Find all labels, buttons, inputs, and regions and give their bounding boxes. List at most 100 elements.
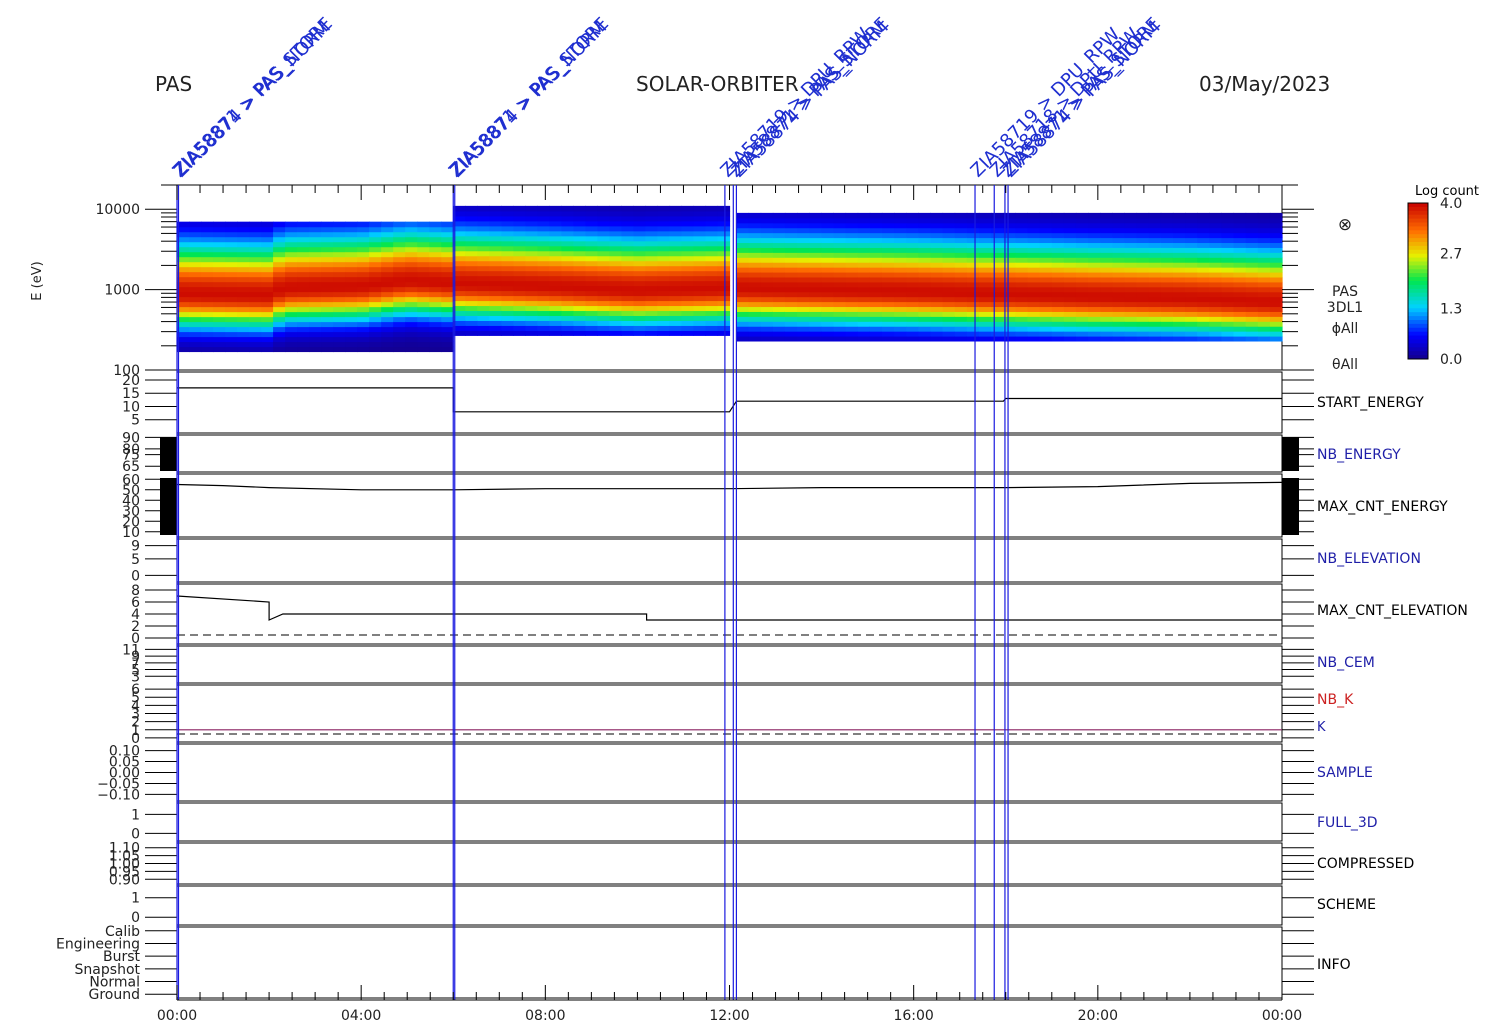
spectrogram-cell [1136, 281, 1150, 288]
spectrogram-cell [429, 226, 442, 233]
spectrogram-cell [297, 336, 310, 343]
spectrogram-cell [321, 266, 334, 273]
spectrogram-cell [681, 270, 695, 277]
spectrogram-cell [772, 306, 786, 312]
spectrogram-cell [1124, 321, 1138, 327]
spectrogram-cell [845, 257, 859, 263]
spectrogram-cell [261, 226, 274, 233]
spectrogram-cell [1197, 331, 1210, 337]
spectrogram-cell [645, 285, 659, 292]
spectrogram-cell [1051, 262, 1065, 268]
spectrogram-cell [405, 301, 418, 308]
spectrogram-cell [549, 230, 562, 237]
spectrogram-cell [609, 215, 622, 222]
spectrogram-cell [1075, 252, 1089, 258]
spectrogram-cell [736, 276, 750, 283]
spectrogram-cell [405, 271, 418, 278]
spectrogram-cell [465, 225, 478, 232]
spectrogram-cell [1221, 276, 1235, 283]
spectrogram-cell [1172, 222, 1186, 229]
spectrogram-cell [1027, 291, 1041, 298]
spectrogram-cell [833, 335, 847, 342]
spectrogram-cell [1172, 212, 1186, 219]
spectrogram-cell [991, 257, 1004, 263]
spectrogram-cell [537, 245, 550, 252]
spectrogram-cell [525, 290, 538, 297]
spectrogram-cell [1245, 316, 1259, 322]
spectrogram-cell [784, 306, 798, 312]
spectrogram-cell [1088, 281, 1101, 288]
spectrogram-cell [906, 271, 919, 278]
spectrogram-cell [309, 281, 322, 288]
spectrogram-cell [297, 296, 310, 303]
spectrogram-cell [357, 316, 370, 323]
spectrogram-cell [772, 262, 786, 268]
spectrogram-cell [405, 251, 418, 258]
spectrogram-cell [1148, 296, 1162, 303]
spectrogram-cell [441, 256, 454, 263]
spectrogram-cell [978, 326, 992, 332]
spectrogram-cell [309, 316, 322, 323]
spectrogram-cell [681, 305, 695, 312]
spectrogram-cell [633, 260, 647, 267]
spectrogram-cell [525, 215, 538, 222]
spectrogram-cell [748, 311, 762, 317]
spectrogram-cell [760, 276, 774, 283]
spectrogram-cell [357, 246, 370, 253]
spectrogram-cell [1160, 262, 1174, 268]
spectrogram-cell [1112, 296, 1125, 303]
spectrogram-cell [525, 285, 538, 292]
spectrogram-cell [821, 335, 834, 342]
spectrogram-cell [537, 230, 550, 237]
spectrogram-cell [1185, 217, 1198, 224]
spectrogram-cell [906, 242, 919, 248]
spectrogram-cell [1185, 291, 1198, 298]
spectrogram-cell [833, 237, 847, 244]
spectrogram-cell [1124, 276, 1138, 283]
spectrogram-cell [297, 226, 310, 233]
spectrogram-cell [717, 260, 731, 267]
spectrogram-cell [225, 276, 238, 283]
spectrogram-cell [549, 255, 562, 262]
spectrogram-cell [609, 255, 622, 262]
spectrogram-cell [797, 222, 810, 229]
spectrogram-cell [621, 310, 635, 317]
spectrogram-cell [669, 205, 683, 212]
spectrogram-cell [405, 261, 418, 268]
spectrogram-cell [1197, 217, 1210, 224]
spectrogram-cell [249, 251, 262, 258]
spectrogram-cell [273, 311, 286, 318]
spectrogram-cell [1112, 331, 1125, 337]
spectrogram-cell [681, 315, 695, 321]
spectrogram-cell [845, 335, 859, 342]
spectrogram-cell [736, 262, 750, 268]
spectrogram-cell [1269, 316, 1283, 322]
spectrogram-cell [1088, 326, 1101, 332]
spectrogram-cell [633, 305, 647, 312]
spectrogram-cell [918, 232, 931, 239]
spectrogram-cell [978, 331, 992, 337]
spectrogram-cell [693, 325, 707, 331]
spectrogram-cell [1233, 335, 1247, 342]
spectrogram-cell [1100, 232, 1113, 239]
spectrogram-cell [309, 326, 322, 333]
spectrogram-cell [549, 320, 562, 326]
spectrogram-cell [465, 330, 478, 336]
spectrogram-cell [894, 252, 907, 258]
spectrogram-cell [1148, 301, 1162, 308]
spectrogram-cell [1124, 286, 1138, 293]
spectrogram-cell [609, 205, 622, 212]
spectrogram-cell [1112, 271, 1125, 278]
spectrogram-cell [297, 246, 310, 253]
spectrogram-cell [906, 237, 919, 244]
spectrogram-cell [465, 205, 478, 212]
spectrogram-cell [345, 336, 358, 343]
spectrogram-cell [772, 247, 786, 253]
spectrogram-cell [1124, 281, 1138, 288]
colorbar-cell [1408, 257, 1428, 262]
spectrogram-cell [1148, 222, 1162, 229]
spectrogram-cell [405, 311, 418, 318]
spectrogram-cell [225, 331, 238, 338]
spectrogram-cell [869, 311, 883, 317]
spectrogram-cell [881, 296, 895, 303]
